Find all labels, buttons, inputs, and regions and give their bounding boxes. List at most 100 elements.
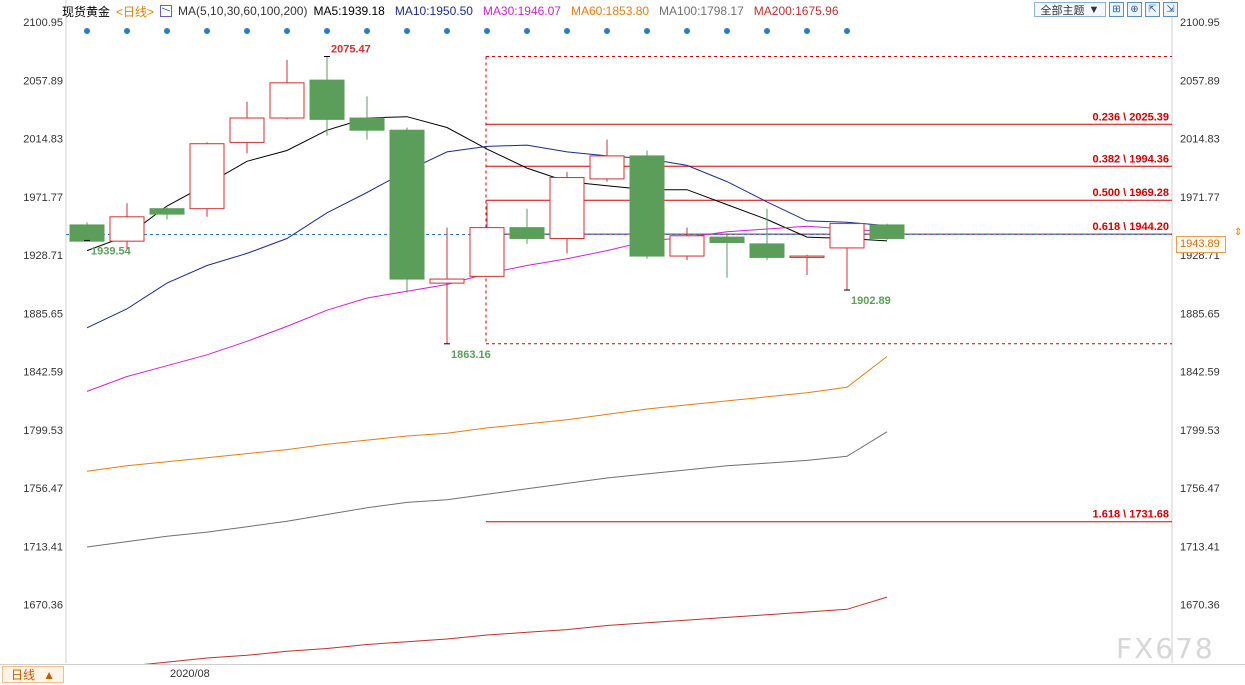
event-dot[interactable] (844, 28, 850, 34)
y-axis-tick-left: 1842.59 (23, 367, 63, 379)
candle-body[interactable] (149, 208, 185, 215)
candle-body[interactable] (309, 79, 345, 120)
y-axis-tick-left: 1713.41 (23, 541, 63, 553)
chevron-up-icon: ▲ (43, 667, 55, 682)
candle-body[interactable] (509, 227, 545, 239)
candle-body[interactable] (669, 235, 705, 257)
grid-layout-icon[interactable]: ⊞ (1109, 2, 1124, 17)
candle-body[interactable] (429, 278, 465, 284)
fib-level-label: 0.236 \ 2025.39 (1093, 111, 1169, 123)
toolbar-icons: ⊞ ⊕ ⇱ ⇲ (1109, 2, 1178, 17)
ma-value: MA30:1946.07 (482, 4, 561, 18)
indicator-icon[interactable] (160, 5, 173, 17)
event-dot[interactable] (324, 28, 330, 34)
ma-line-ma60 (86, 356, 888, 472)
candle-body[interactable] (69, 224, 105, 242)
y-axis-tick-right: 2100.95 (1180, 17, 1220, 29)
fib-level-label: 0.500 \ 1969.28 (1093, 187, 1169, 199)
y-axis-tick-left: 2100.95 (23, 17, 63, 29)
period-selector[interactable]: <日线> (116, 3, 154, 20)
event-dot[interactable] (444, 28, 450, 34)
y-axis-tick-right: 1713.41 (1180, 541, 1220, 553)
event-dot[interactable] (684, 28, 690, 34)
ma-value: MA10:1950.50 (394, 4, 473, 18)
chart-header: 现货黄金 <日线> MA(5,10,30,60,100,200) MA5:193… (62, 2, 839, 20)
event-dot[interactable] (204, 28, 210, 34)
event-dot[interactable] (404, 28, 410, 34)
candle-body[interactable] (749, 243, 785, 258)
current-price-label: 1943.89 (1176, 236, 1226, 253)
y-axis-tick-right: 2014.83 (1180, 134, 1220, 146)
x-axis-date-label: 2020/08 (170, 668, 210, 680)
price-annotation: 1863.16 (451, 349, 491, 361)
candle-body[interactable] (549, 177, 585, 239)
candle-body[interactable] (869, 224, 905, 239)
period-tab-label: 日线 (11, 668, 36, 682)
y-axis-tick-left: 1756.47 (23, 483, 63, 495)
event-dot[interactable] (764, 28, 770, 34)
y-axis-tick-left: 1928.71 (23, 250, 63, 262)
candle-body[interactable] (349, 117, 385, 131)
price-marker-icon[interactable]: ⇕ (1234, 227, 1242, 238)
event-dot[interactable] (724, 28, 730, 34)
event-dot[interactable] (604, 28, 610, 34)
watermark: FX678 (1116, 632, 1215, 665)
price-annotation: 2075.47 (331, 43, 371, 55)
candle-body[interactable] (269, 82, 305, 119)
event-dot[interactable] (644, 28, 650, 34)
export-icon[interactable]: ⇱ (1145, 2, 1160, 17)
expand-icon[interactable]: ⇲ (1163, 2, 1178, 17)
fib-level-label: 0.382 \ 1994.36 (1093, 153, 1169, 165)
theme-label: 全部主题 (1040, 4, 1085, 17)
y-axis-tick-right: 1842.59 (1180, 367, 1220, 379)
event-dot[interactable] (364, 28, 370, 34)
ma-line-ma200 (86, 596, 888, 670)
y-axis-tick-left: 1885.65 (23, 308, 63, 320)
event-dot[interactable] (564, 28, 570, 34)
candle-body[interactable] (589, 155, 625, 180)
price-annotation: 1902.89 (851, 295, 891, 307)
y-axis-tick-right: 1670.36 (1180, 600, 1220, 612)
y-axis-tick-left: 1670.36 (23, 600, 63, 612)
ma-value: MA60:1853.80 (570, 4, 650, 18)
fib-level-label: 0.618 \ 1944.20 (1093, 221, 1169, 233)
candle-body[interactable] (789, 255, 825, 258)
ma-line-ma100 (86, 431, 888, 548)
y-axis-tick-right: 1756.47 (1180, 483, 1220, 495)
event-dot[interactable] (484, 28, 490, 34)
event-dot[interactable] (524, 28, 530, 34)
event-dot[interactable] (244, 28, 250, 34)
y-axis-tick-left: 1971.77 (23, 192, 63, 204)
y-axis-tick-right: 1885.65 (1180, 308, 1220, 320)
y-axis-tick-left: 2057.89 (23, 75, 63, 87)
crosshair-icon[interactable]: ⊕ (1127, 2, 1142, 17)
fib-level-label: 1.618 \ 1731.68 (1093, 509, 1169, 521)
y-axis-tick-left: 1799.53 (23, 425, 63, 437)
event-dot[interactable] (284, 28, 290, 34)
theme-dropdown[interactable]: 全部主题 ▼ (1034, 2, 1106, 17)
candle-body[interactable] (229, 117, 265, 143)
candle-body[interactable] (109, 216, 145, 242)
candle-body[interactable] (709, 236, 745, 244)
y-axis-tick-left: 2014.83 (23, 134, 63, 146)
candle-body[interactable] (389, 129, 425, 280)
candlestick-chart[interactable]: 2100.95 2100.95 2057.89 2057.89 2014.83 2014.… (0, 0, 1245, 684)
y-axis-tick-right: 1799.53 (1180, 425, 1220, 437)
event-dot[interactable] (124, 28, 130, 34)
candle-body[interactable] (829, 223, 865, 249)
ma-values: MA5:1939.18 MA10:1950.50 MA30:1946.07 MA60:… (313, 4, 838, 18)
ma-value: MA5:1939.18 (313, 4, 385, 18)
event-dot[interactable] (164, 28, 170, 34)
instrument-title: 现货黄金 (62, 4, 111, 19)
chevron-down-icon: ▼ (1088, 3, 1100, 16)
candle-body[interactable] (469, 227, 505, 277)
y-axis-tick-right: 1971.77 (1180, 192, 1220, 204)
period-tab[interactable]: 日线 ▲ (2, 666, 64, 683)
event-dot[interactable] (84, 28, 90, 34)
ma-label[interactable]: MA(5,10,30,60,100,200) (178, 4, 307, 18)
footer-bar: 日线 ▲ 2020/08 (0, 664, 1245, 685)
price-annotation: 1939.54 (91, 245, 132, 257)
event-dot[interactable] (804, 28, 810, 34)
candle-body[interactable] (629, 155, 665, 257)
candle-body[interactable] (189, 143, 225, 210)
